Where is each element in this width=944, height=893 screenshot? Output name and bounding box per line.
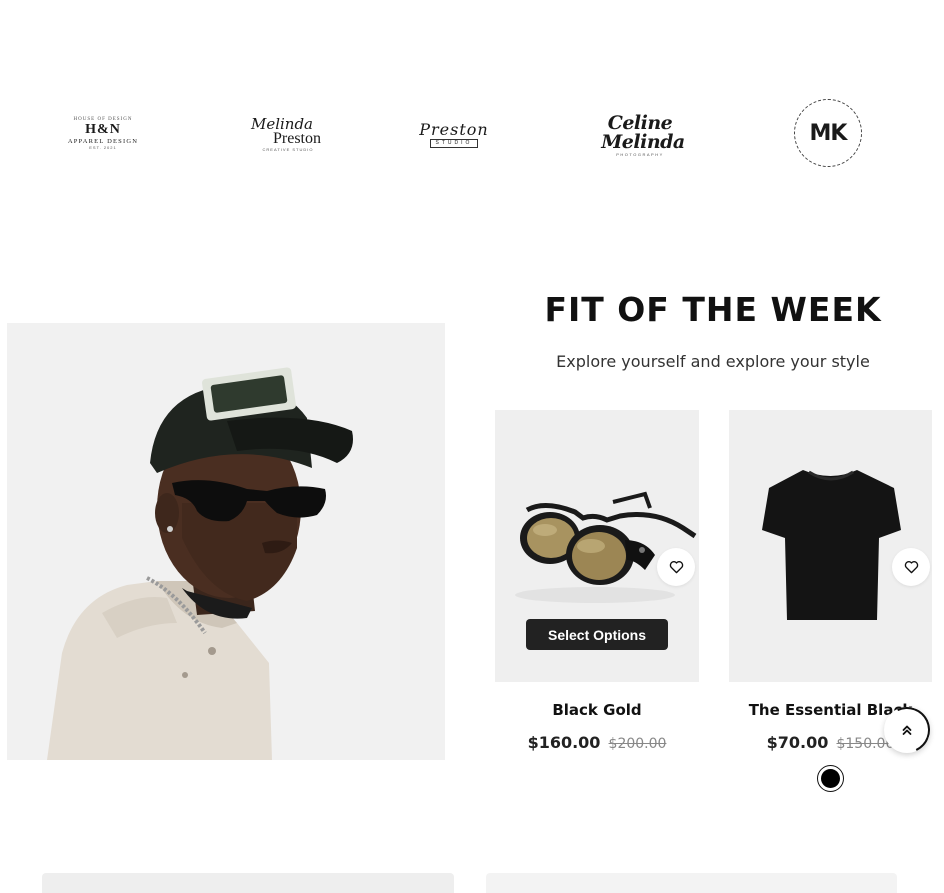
brand-logo-main-text: Preston: [273, 129, 321, 147]
brand-logo-sub-text: PHOTOGRAPHY: [616, 151, 664, 157]
brand-logo-script-text: Preston: [419, 120, 489, 139]
color-swatch-black[interactable]: [817, 765, 844, 792]
model-illustration: [7, 323, 445, 760]
next-section-card: [42, 873, 454, 893]
product-sale-price: $70.00: [766, 733, 829, 752]
brand-logo-celine-melinda[interactable]: Celine Melinda PHOTOGRAPHY: [598, 108, 685, 162]
tshirt-illustration: [762, 470, 901, 620]
brand-logo-sub-text: CREATIVE STUDIO: [262, 146, 314, 152]
wishlist-button[interactable]: [657, 548, 695, 586]
brand-logo-tiny-text: EST. 2021: [89, 144, 117, 150]
swatch-color: [821, 769, 840, 788]
product-name[interactable]: Black Gold: [495, 701, 699, 719]
product-card[interactable]: Select Options Black Gold $160.00 $200.0…: [495, 410, 699, 752]
next-section-card: [486, 873, 897, 893]
brand-logo-mk[interactable]: MK: [794, 99, 862, 167]
brand-logo-script-text: Celine: [607, 111, 673, 134]
section-subtitle: Explore yourself and explore your style: [556, 352, 870, 371]
product-sale-price: $160.00: [527, 733, 601, 752]
brand-logo-hn[interactable]: HOUSE OF DESIGN H&N APPAREL DESIGN EST. …: [58, 108, 148, 158]
brand-logo-script-text: Melinda: [601, 130, 685, 153]
fit-of-the-week-model-image: [7, 323, 445, 760]
brand-logo-main-text: H&N: [85, 121, 121, 137]
scroll-to-top-button[interactable]: [884, 707, 930, 753]
product-price: $160.00 $200.00: [495, 733, 699, 752]
section-title: FIT OF THE WEEK: [544, 290, 882, 329]
brand-logo-melinda-preston[interactable]: Melinda Preston CREATIVE STUDIO: [243, 110, 333, 158]
product-compare-price: $200.00: [608, 736, 667, 752]
brand-logo-sub-text: STUDIO: [429, 139, 479, 148]
wishlist-button[interactable]: [892, 548, 930, 586]
brand-logo-preston[interactable]: Preston STUDIO: [412, 114, 496, 154]
heart-icon: [904, 561, 918, 574]
brand-logo-script-text: Melinda: [250, 114, 314, 133]
product-image[interactable]: [729, 410, 932, 682]
brand-logo-sub-text: APPAREL DESIGN: [67, 137, 139, 145]
select-options-button[interactable]: Select Options: [526, 619, 668, 650]
double-chevron-up-icon: [902, 725, 912, 735]
product-image[interactable]: Select Options: [495, 410, 699, 682]
heart-icon: [669, 561, 683, 574]
brand-logo-main-text: MK: [809, 120, 848, 146]
